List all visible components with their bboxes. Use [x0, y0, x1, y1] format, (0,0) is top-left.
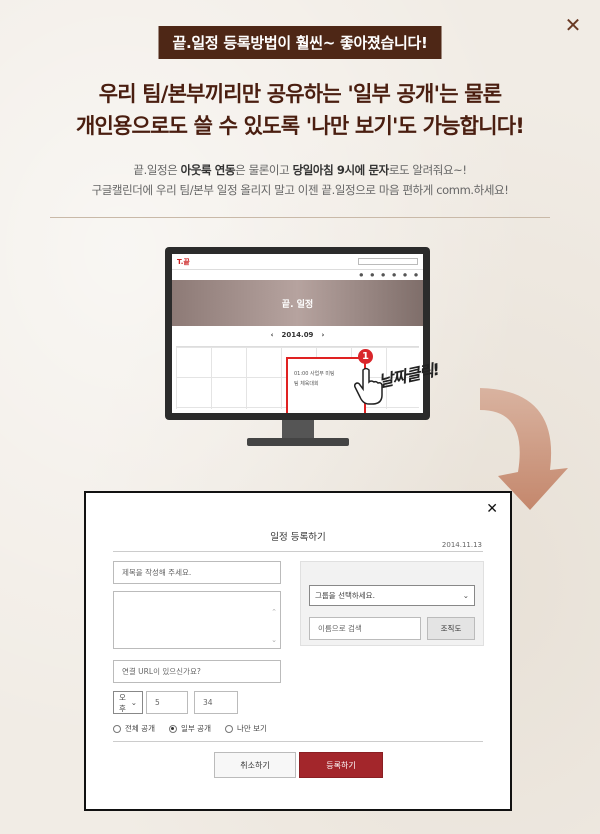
description: 끝.일정은 아웃룩 연동은 물론이고 당일아침 9시에 문자로도 알려줘요~! …: [0, 160, 600, 200]
org-chart-button[interactable]: 조직도: [427, 617, 475, 640]
screen-logo: T.끝: [177, 257, 190, 266]
name-search-input[interactable]: 이름으로 검색: [309, 617, 421, 640]
chevron-down-icon: ⌄: [462, 591, 469, 600]
textarea-scroll-arrows[interactable]: ⌃ ⌄: [271, 598, 277, 654]
cancel-button[interactable]: 취소하기: [214, 752, 296, 778]
description-line-2: 구글캘린더에 우리 팀/본부 일정 올리지 말고 이젠 끝.일정으로 마음 편하…: [91, 183, 509, 197]
screen-search-box: [358, 258, 418, 265]
ampm-select[interactable]: 오후 ⌄: [113, 691, 143, 714]
dialog-top-rule: [113, 551, 483, 552]
monitor-stand: [282, 420, 314, 440]
divider: [50, 217, 550, 218]
dialog-close-icon[interactable]: ✕: [486, 501, 498, 517]
description-line-1: 끝.일정은 아웃룩 연동은 물론이고 당일아침 9시에 문자로도 알려줘요~!: [133, 163, 467, 177]
dialog-bottom-rule: [113, 741, 483, 742]
title-input[interactable]: 제목을 작성해 주세요.: [113, 561, 281, 584]
screen-event-1: 01:00 사업부 미팅: [294, 371, 335, 377]
screen-event-2: 팀 체육대회: [294, 381, 319, 387]
announcement-banner: 끝.일정 등록방법이 훨씬~ 좋아졌습니다!: [158, 26, 442, 59]
monitor-illustration: T.끝 ● ● ● ● ● ● 끝. 일정 ‹ 2014.09 › 01:00 사업부 미팅 …: [165, 247, 430, 420]
visibility-partial-radio[interactable]: 일부 공개: [168, 723, 211, 734]
description-textarea[interactable]: ⌃ ⌄: [113, 591, 281, 649]
visibility-public-radio[interactable]: 전체 공개: [113, 723, 155, 734]
screen-hero-title: 끝. 일정: [172, 280, 423, 326]
dialog-date: 2014.11.13: [441, 541, 482, 549]
visibility-radio-group: 전체 공개 일부 공개 나만 보기: [113, 723, 267, 734]
headline-line-1: 우리 팀/본부끼리만 공유하는 '일부 공개'는 물론: [98, 82, 502, 106]
screen-topbar: T.끝: [172, 254, 423, 270]
visibility-private-radio[interactable]: 나만 보기: [224, 723, 267, 734]
step-badge: 1: [358, 349, 373, 364]
chevron-down-icon: ⌄: [130, 698, 137, 707]
screen-nav: ● ● ● ● ● ●: [359, 272, 418, 278]
url-input[interactable]: 연결 URL이 있으신가요?: [113, 660, 281, 683]
minute-input[interactable]: 34: [194, 691, 238, 714]
group-select[interactable]: 그룹을 선택하세요. ⌄: [309, 585, 475, 606]
submit-button[interactable]: 등록하기: [299, 752, 383, 778]
event-register-dialog: ✕ 일정 등록하기 2014.11.13 제목을 작성해 주세요. ⌃ ⌄ 연결 …: [84, 491, 512, 811]
screen-month: ‹ 2014.09 ›: [270, 331, 325, 339]
monitor-base: [247, 438, 349, 446]
group-panel: 그룹을 선택하세요. ⌄ 이름으로 검색 조직도: [300, 561, 484, 646]
headline-line-2: 개인용으로도 쓸 수 있도록 '나만 보기'도 가능합니다!: [75, 114, 525, 138]
headline: 우리 팀/본부끼리만 공유하는 '일부 공개'는 물론 개인용으로도 쓸 수 있…: [0, 78, 600, 142]
close-icon[interactable]: ✕: [562, 14, 584, 36]
hour-input[interactable]: 5: [146, 691, 188, 714]
